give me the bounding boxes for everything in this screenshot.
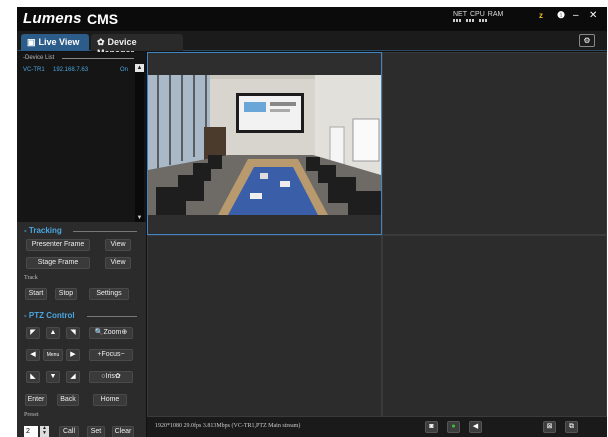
device-list-header: -Device List [23,55,55,61]
iris-label: Iris [105,373,115,380]
stage-frame-button[interactable]: Stage Frame [26,257,90,269]
track-label: Track [24,275,38,281]
pan-down-right-button[interactable]: ◢ [66,371,80,383]
focus-minus-icon: − [120,351,125,358]
info-icon[interactable]: ❶ [557,10,565,21]
video-cell-2[interactable] [382,52,607,235]
ptz-enter-button[interactable]: Enter [25,394,47,406]
status-bar: 1920*1080 29.0fps 3.813Mbps (VC-TR1,PTZ … [147,417,607,437]
net-meter-bar [453,19,462,22]
cpu-meter-bar [466,19,475,22]
title-bar: Lumens CMS NET CPU RAM z ❶ – ✕ [17,7,607,31]
device-list-divider [62,58,134,59]
pan-left-button[interactable]: ◀ [26,349,40,361]
ptz-home-button[interactable]: Home [93,394,127,406]
preset-clear-button[interactable]: Clear [112,426,134,437]
pan-up-button[interactable]: ▲ [46,327,60,339]
presenter-frame-button[interactable]: Presenter Frame [26,239,90,251]
tab-bar: ▣Live View ✿Device Manager ⚙ [17,31,607,58]
record-button[interactable]: ● [447,421,460,433]
pan-down-button[interactable]: ▼ [46,371,60,383]
ptz-divider [87,316,137,317]
tracking-divider [73,231,137,232]
pan-right-button[interactable]: ▶ [66,349,80,361]
ptz-menu-button[interactable]: Menu [43,349,63,361]
stream-info-text: 1920*1080 29.0fps 3.813Mbps (VC-TR1,PTZ … [155,423,301,429]
video-cell-3[interactable] [147,235,382,417]
pan-up-right-button[interactable]: ◥ [66,327,80,339]
tracking-section-title: - Tracking [24,226,62,235]
zoom-label: Zoom [103,329,122,336]
iris-close-icon: ✿ [114,373,121,380]
preset-label: Preset [24,412,39,418]
pan-up-left-button[interactable]: ◤ [26,327,40,339]
arrow-right-icon: ▶ [70,351,76,358]
scroll-down-arrow-icon[interactable]: ▼ [135,214,144,222]
close-button[interactable]: ✕ [589,10,597,21]
preset-number-input[interactable] [24,426,38,437]
device-status: On [120,67,129,73]
tab-live-view-label: Live View [38,37,80,47]
preset-call-button[interactable]: Call [59,426,79,437]
close-view-button[interactable]: ⊠ [543,421,556,433]
arrow-up-right-icon: ◥ [70,329,76,336]
focus-label: Focus [101,351,121,358]
monitor-icon: ▣ [27,37,36,47]
cms-window: Lumens CMS NET CPU RAM z ❶ – ✕ ▣ Live View … [17,7,607,437]
video-cell-4[interactable] [382,235,607,417]
track-stop-button[interactable]: Stop [55,288,77,300]
track-settings-button[interactable]: Settings [89,288,129,300]
preset-set-button[interactable]: Set [87,426,105,437]
device-list-panel: -Device List VC-TR1 192.168.7.63 On ▲ ▼ [17,52,146,222]
ram-meter-label: RAM [487,11,504,18]
snapshot-button[interactable]: ◙ [425,421,438,433]
device-name: VC-TR1 [23,67,45,73]
conference-room-image [148,75,381,215]
stage-view-button[interactable]: View [105,257,131,269]
ptz-section-title: - PTZ Control [24,311,75,320]
fullscreen-icon: ⧉ [569,423,574,430]
track-start-button[interactable]: Start [25,288,47,300]
arrow-up-left-icon: ◤ [30,329,36,336]
ram-meter-bar [479,19,488,22]
tab-device-manager[interactable]: ✿Device Manager [91,34,183,58]
arrow-down-icon: ▼ [49,373,57,380]
device-list-scrollbar[interactable]: ▲ ▼ [135,64,144,222]
focus-control[interactable]: +Focus− [89,349,133,361]
zoom-control[interactable]: 🔍Zoom⊕ [89,327,133,339]
system-meters: NET CPU RAM [453,11,506,22]
pan-down-left-button[interactable]: ◣ [26,371,40,383]
camera-feed [148,75,381,215]
brand-logo: Lumens [23,10,82,27]
ptz-back-button[interactable]: Back [57,394,79,406]
video-grid [147,52,607,417]
zoom-in-icon: ⊕ [121,329,128,336]
audio-button[interactable]: ◀ [469,421,482,433]
arrow-down-right-icon: ◢ [70,373,76,380]
iris-control[interactable]: ○Iris✿ [89,371,133,383]
minimize-button[interactable]: – [573,10,579,21]
arrow-up-icon: ▲ [49,329,57,336]
camera-icon: ◙ [429,423,434,430]
settings-gear-icon: ⚙ [583,36,591,45]
scroll-up-arrow-icon[interactable]: ▲ [135,64,144,72]
control-panel: - Tracking Presenter Frame View Stage Fr… [17,222,146,437]
gear-icon: ✿ [97,37,105,47]
presenter-view-button[interactable]: View [105,239,131,251]
screen-settings-button[interactable]: ⚙ [579,34,595,47]
fullscreen-button[interactable]: ⧉ [565,421,578,433]
record-icon: ● [451,423,456,430]
net-meter-label: NET [453,11,467,18]
arrow-left-icon: ◀ [30,351,36,358]
speaker-icon: ◀ [472,423,479,430]
z-icon[interactable]: z [539,11,543,20]
close-box-icon: ⊠ [546,423,553,430]
device-ip: 192.168.7.63 [53,67,89,73]
preset-spinner[interactable]: ▲ ▼ [40,426,49,437]
arrow-down-left-icon: ◣ [30,373,36,380]
product-name: CMS [87,11,119,27]
cpu-meter-label: CPU [470,11,485,18]
video-cell-1[interactable] [147,52,382,235]
tab-live-view[interactable]: ▣ Live View [21,34,89,51]
